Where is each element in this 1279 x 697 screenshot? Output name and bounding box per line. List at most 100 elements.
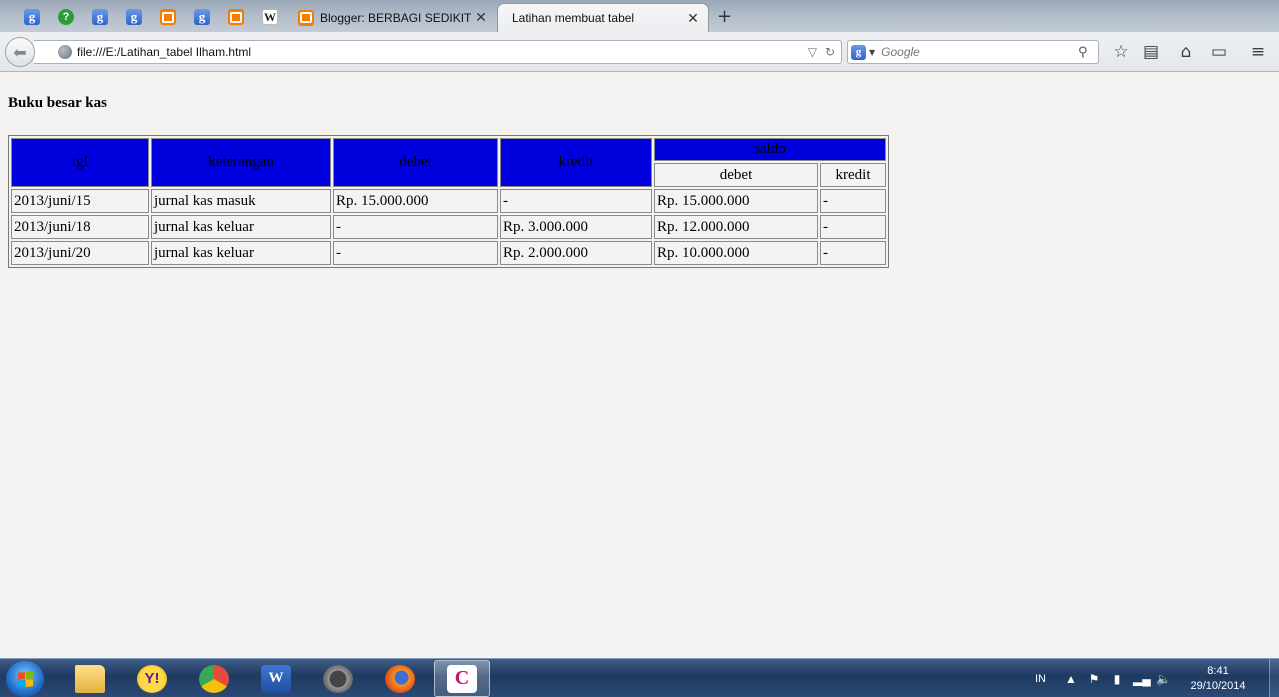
cell-debet: - — [333, 241, 498, 265]
table-row: 2013/juni/18 jurnal kas keluar - Rp. 3.0… — [11, 215, 886, 239]
folder-icon — [75, 664, 105, 693]
help-icon: ? — [58, 9, 74, 25]
dropdown-arrow-icon[interactable]: ▽ — [808, 45, 817, 59]
google-icon: g — [126, 9, 142, 25]
header-saldo-debet: debet — [654, 163, 818, 187]
pinned-tab[interactable]: ? — [55, 6, 77, 28]
cell-saldo-debet: Rp. 10.000.000 — [654, 241, 818, 265]
back-button[interactable]: ⬅ — [5, 37, 35, 67]
cell-tgl: 2013/juni/18 — [11, 215, 149, 239]
pinned-tab[interactable]: g — [89, 6, 111, 28]
coreldraw-icon: C — [447, 664, 477, 693]
navigation-toolbar: file:///E:/Latihan_tabel Ilham.html ▽ ↻ … — [0, 32, 1279, 72]
blogger-icon — [160, 9, 176, 25]
network-signal-icon[interactable]: ▂▄ — [1133, 672, 1151, 686]
language-indicator[interactable]: IN — [1035, 673, 1046, 685]
close-icon[interactable]: ✕ — [474, 9, 488, 26]
close-icon[interactable]: ✕ — [686, 10, 700, 27]
cell-tgl: 2013/juni/20 — [11, 241, 149, 265]
pinned-tab[interactable]: W — [259, 6, 281, 28]
page-content: Buku besar kas tgl keterangan debet kred… — [0, 73, 1279, 658]
header-saldo-kredit: kredit — [820, 163, 886, 187]
show-hidden-icons-icon[interactable]: ▲ — [1064, 672, 1078, 686]
taskbar-firefox[interactable] — [372, 660, 428, 697]
address-text[interactable]: file:///E:/Latihan_tabel Ilham.html — [77, 45, 808, 59]
tab-label: Latihan membuat tabel — [512, 11, 635, 25]
pinned-tab[interactable]: g — [123, 6, 145, 28]
system-tray: IN ▲ ⚑ ▮ ▂▄ 🔈 8:41 29/10/2014 — [1035, 659, 1279, 697]
firefox-icon — [385, 664, 415, 693]
cell-saldo-debet: Rp. 12.000.000 — [654, 215, 818, 239]
tab-latihan[interactable]: Latihan membuat tabel ✕ — [497, 3, 709, 32]
window-icon[interactable]: ▭ — [1208, 41, 1230, 63]
pinned-tab[interactable] — [225, 6, 247, 28]
home-icon[interactable]: ⌂ — [1175, 41, 1197, 63]
header-debet: debet — [333, 138, 498, 187]
cell-saldo-kredit: - — [820, 241, 886, 265]
taskbar-yahoo-messenger[interactable]: Y! — [124, 660, 180, 697]
cell-debet: - — [333, 215, 498, 239]
header-tgl: tgl — [11, 138, 149, 187]
search-bar[interactable]: g ▼ ⚲ — [847, 40, 1099, 64]
clock-time: 8:41 — [1207, 664, 1229, 677]
word-icon: W — [261, 664, 291, 693]
cell-saldo-debet: Rp. 15.000.000 — [654, 189, 818, 213]
tab-strip: g ? g g g W Blogger: BERBAGI SEDIKIT :..… — [0, 0, 1279, 32]
taskbar-chrome[interactable] — [186, 660, 242, 697]
blogger-icon — [298, 9, 314, 26]
reading-list-icon[interactable]: ▤ — [1140, 41, 1162, 63]
header-keterangan: keterangan — [151, 138, 331, 187]
taskbar: Y! W C IN ▲ ⚑ ▮ ▂▄ 🔈 8:41 29/10/2014 — [0, 658, 1279, 697]
cell-saldo-kredit: - — [820, 189, 886, 213]
action-center-flag-icon[interactable]: ⚑ — [1087, 672, 1101, 686]
cell-keterangan: jurnal kas masuk — [151, 189, 331, 213]
table-row: 2013/juni/20 jurnal kas keluar - Rp. 2.0… — [11, 241, 886, 265]
ledger-table: tgl keterangan debet kredit saldo debet … — [8, 135, 889, 268]
header-saldo: saldo — [654, 138, 886, 161]
wikipedia-icon: W — [262, 9, 278, 25]
clock-date: 29/10/2014 — [1190, 679, 1246, 692]
blogger-icon — [228, 9, 244, 25]
cell-keterangan: jurnal kas keluar — [151, 241, 331, 265]
search-icon[interactable]: ⚲ — [1078, 45, 1098, 60]
google-icon: g — [92, 9, 108, 25]
film-reel-icon — [323, 664, 353, 693]
taskbar-file-explorer[interactable] — [62, 660, 118, 697]
search-input[interactable] — [881, 45, 1078, 59]
cell-kredit: Rp. 2.000.000 — [500, 241, 652, 265]
header-kredit: kredit — [500, 138, 652, 187]
yahoo-messenger-icon: Y! — [137, 664, 167, 693]
table-row: 2013/juni/15 jurnal kas masuk Rp. 15.000… — [11, 189, 886, 213]
new-tab-button[interactable]: + — [717, 6, 732, 27]
tab-label: Blogger: BERBAGI SEDIKIT :... — [320, 10, 474, 25]
taskbar-coreldraw[interactable]: C — [434, 660, 490, 697]
clock[interactable]: 8:41 29/10/2014 — [1179, 664, 1257, 694]
pinned-tab[interactable]: g — [21, 6, 43, 28]
address-bar[interactable]: file:///E:/Latihan_tabel Ilham.html ▽ ↻ — [34, 40, 842, 64]
bookmark-star-icon[interactable]: ☆ — [1110, 41, 1132, 63]
google-icon: g — [24, 9, 40, 25]
taskbar-word[interactable]: W — [248, 660, 304, 697]
cell-saldo-kredit: - — [820, 215, 886, 239]
cell-kredit: - — [500, 189, 652, 213]
pinned-tab[interactable]: g — [191, 6, 213, 28]
cell-tgl: 2013/juni/15 — [11, 189, 149, 213]
back-arrow-icon: ⬅ — [13, 42, 27, 62]
show-desktop-button[interactable] — [1269, 659, 1279, 697]
google-icon: g — [851, 44, 866, 60]
chrome-icon — [199, 664, 229, 693]
chevron-down-icon[interactable]: ▼ — [869, 48, 875, 57]
battery-icon[interactable]: ▮ — [1110, 672, 1124, 686]
google-icon: g — [194, 9, 210, 25]
tab-blogger[interactable]: Blogger: BERBAGI SEDIKIT :... ✕ — [290, 3, 496, 32]
volume-icon[interactable]: 🔈 — [1156, 672, 1171, 686]
taskbar-media-player[interactable] — [310, 660, 366, 697]
cell-debet: Rp. 15.000.000 — [333, 189, 498, 213]
page-title: Buku besar kas — [8, 95, 107, 111]
globe-icon — [58, 45, 72, 59]
pinned-tab[interactable] — [157, 6, 179, 28]
reload-icon[interactable]: ↻ — [825, 45, 835, 59]
menu-icon[interactable]: ≡ — [1247, 41, 1269, 63]
start-button[interactable] — [6, 661, 44, 697]
cell-kredit: Rp. 3.000.000 — [500, 215, 652, 239]
